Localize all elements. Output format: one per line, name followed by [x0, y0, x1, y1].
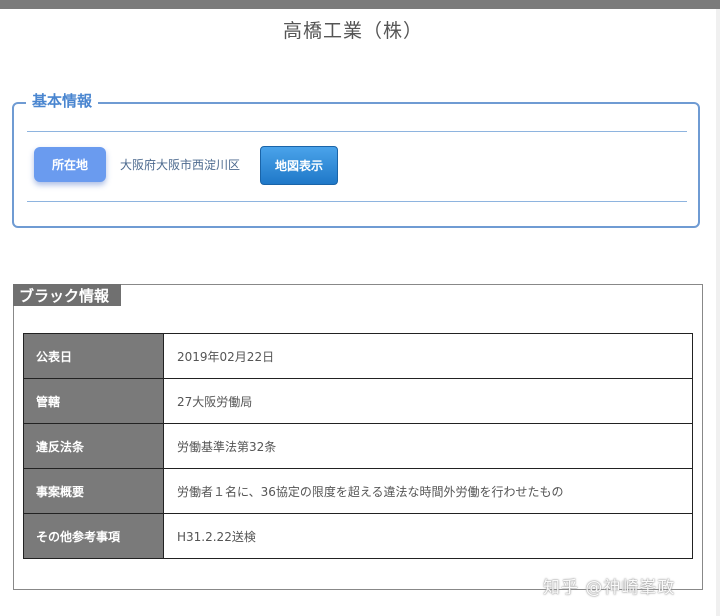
- scroll-edge: [716, 9, 720, 616]
- basic-info-legend: 基本情報: [15, 90, 99, 111]
- row-label: 事案概要: [23, 468, 164, 514]
- row-label: その他参考事項: [23, 513, 164, 559]
- row-value: H31.2.22送検: [163, 513, 693, 559]
- row-label: 違反法条: [23, 423, 164, 469]
- table-row: 管轄 27大阪労働局: [23, 378, 693, 424]
- row-value: 2019年02月22日: [163, 333, 693, 379]
- table-row: 公表日 2019年02月22日: [23, 333, 693, 379]
- black-info-table: 公表日 2019年02月22日 管轄 27大阪労働局 違反法条 労働基準法第32…: [23, 333, 693, 559]
- row-value: 労働者１名に、36協定の限度を超える違法な時間外労働を行わせたもの: [163, 468, 693, 514]
- location-button[interactable]: 所在地: [34, 147, 106, 182]
- divider-bottom: [27, 201, 687, 202]
- top-bar: [0, 0, 720, 9]
- map-display-button[interactable]: 地図表示: [260, 146, 338, 185]
- row-label: 管轄: [23, 378, 164, 424]
- row-value: 27大阪労働局: [163, 378, 693, 424]
- table-row: その他参考事項 H31.2.22送検: [23, 513, 693, 559]
- address-text: 大阪府大阪市西淀川区: [120, 158, 241, 172]
- watermark: 知乎 @神崎峯政: [543, 578, 676, 598]
- row-value: 労働基準法第32条: [163, 423, 693, 469]
- row-label: 公表日: [23, 333, 164, 379]
- basic-info-panel: [12, 102, 700, 228]
- black-info-heading: ブラック情報: [13, 284, 121, 306]
- table-row: 違反法条 労働基準法第32条: [23, 423, 693, 469]
- divider-top: [27, 131, 687, 132]
- page-title: 高橋工業（株）: [282, 20, 423, 42]
- table-row: 事案概要 労働者１名に、36協定の限度を超える違法な時間外労働を行わせたもの: [23, 468, 693, 514]
